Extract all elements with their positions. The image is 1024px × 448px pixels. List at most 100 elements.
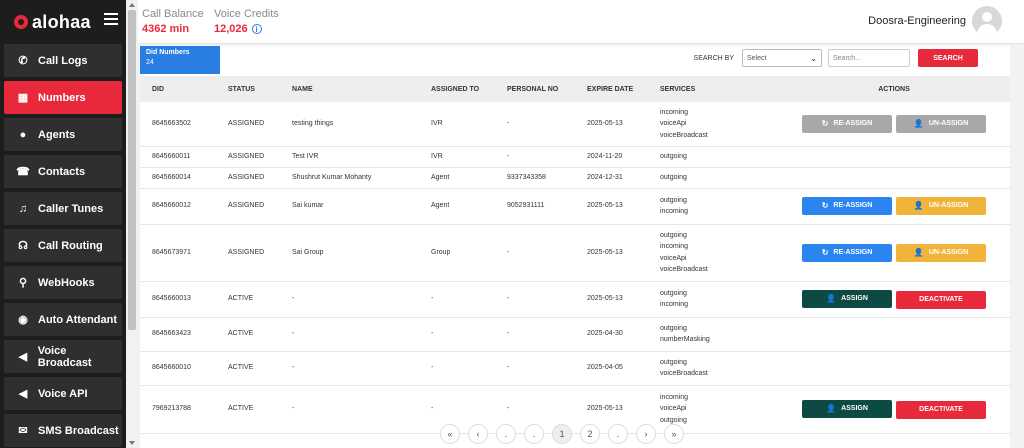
scroll-down-arrow-icon[interactable] (129, 441, 135, 445)
cell-expire: 2024-11-20 (575, 146, 648, 168)
cell-did: 8645660012 (140, 188, 216, 225)
service-item: outgoing (660, 324, 687, 332)
sidebar-item-label: Agents (38, 128, 76, 141)
voice-credits-value: 12,026 (214, 23, 248, 35)
page-button[interactable]: ‹ (468, 424, 488, 444)
table-row: 8645673971 ASSIGNED Sai Group Group -2025-05… (140, 224, 1010, 282)
sidebar-scrollbar[interactable] (126, 0, 138, 448)
cell-services: incoming voiceApi voiceBroadcast (648, 102, 766, 147)
re-assign-button-label: RE-ASSIGN (833, 120, 873, 127)
sidebar-item-label: SMS Broadcast (38, 424, 119, 437)
column-header: NAME (280, 76, 419, 102)
deactivate-button[interactable]: DEACTIVATE (896, 290, 986, 309)
user-minus-icon: 👤 (913, 201, 924, 211)
info-icon[interactable]: i (251, 24, 262, 34)
sidebar-item-sms-broadcast[interactable]: ✉ SMS Broadcast (4, 414, 122, 447)
page-button[interactable]: . (496, 424, 516, 444)
cell-actions (766, 167, 1010, 189)
assign-button-label: ASSIGN (841, 294, 868, 302)
phone-icon: ✆ (18, 55, 28, 67)
cell-did: 8645663502 (140, 102, 216, 147)
un-assign-button[interactable]: 👤 UN-ASSIGN (896, 243, 986, 262)
sms-icon: ✉ (18, 425, 28, 437)
table-row: 8645660010 ACTIVE - - -2025-04-05 outgoing voi… (140, 351, 1010, 386)
user-menu[interactable]: Doosra-Engineering (868, 6, 1002, 36)
cell-personal: - (495, 317, 575, 352)
search-by-label: SEARCH BY (693, 54, 734, 62)
headset-icon: ☊ (18, 240, 28, 252)
page-button[interactable]: . (524, 424, 544, 444)
cell-did: 8645660011 (140, 146, 216, 168)
un-assign-button[interactable]: 👤 UN-ASSIGN (896, 114, 986, 133)
sidebar-item-numbers[interactable]: ▦ Numbers (4, 81, 122, 114)
re-assign-button[interactable]: ↻ RE-ASSIGN (802, 114, 892, 133)
sidebar-item-call-routing[interactable]: ☊ Call Routing (4, 229, 122, 262)
cell-name: Sai Group (280, 224, 419, 282)
service-item: outgoing (660, 289, 687, 297)
service-item: outgoing (660, 196, 687, 204)
sidebar-item-webhooks[interactable]: ⚲ WebHooks (4, 266, 122, 299)
select-value: Select (747, 54, 767, 62)
user-plus-icon: 👤 (826, 293, 837, 303)
cell-personal: - (495, 224, 575, 282)
cell-expire: 2024-12-31 (575, 167, 648, 189)
sidebar-item-caller-tunes[interactable]: ♫ Caller Tunes (4, 192, 122, 225)
un-assign-button-label: UN-ASSIGN (928, 120, 969, 127)
sidebar-item-voice-api[interactable]: ◀ Voice API (4, 377, 122, 410)
numbers-table: DID STATUS NAME ASSIGNED TO PERSONAL NO EXPIR… (140, 76, 1010, 434)
service-item: voiceBroadcast (660, 131, 708, 139)
cell-status: ASSIGNED (216, 188, 280, 225)
page-button[interactable]: 2 (580, 424, 600, 444)
scroll-up-arrow-icon[interactable] (129, 3, 135, 7)
sidebar-item-voice-broadcast[interactable]: ◀ Voice Broadcast (4, 340, 122, 373)
service-item: voiceBroadcast (660, 266, 708, 273)
service-item: incoming (660, 208, 689, 215)
music-icon: ♫ (18, 202, 28, 215)
cell-actions (766, 351, 1010, 386)
page-button[interactable]: » (664, 424, 684, 444)
re-assign-button[interactable]: ↻ RE-ASSIGN (802, 197, 892, 215)
sidebar-item-agents[interactable]: ● Agents (4, 118, 122, 151)
cell-name: Test IVR (280, 146, 419, 168)
sidebar-item-auto-attendant[interactable]: ◉ Auto Attendant (4, 303, 122, 336)
tab-did-numbers[interactable]: Did Numbers 24 (140, 46, 220, 74)
column-header: SERVICES (648, 76, 766, 102)
search-button[interactable]: SEARCH (918, 49, 978, 67)
page-button[interactable]: « (440, 424, 460, 444)
cell-personal: - (495, 351, 575, 386)
sidebar-item-call-logs[interactable]: ✆ Call Logs (4, 44, 122, 77)
re-assign-button[interactable]: ↻ RE-ASSIGN (802, 243, 892, 262)
user-name: Doosra-Engineering (868, 15, 966, 27)
cell-status: ACTIVE (216, 385, 280, 434)
deactivate-button[interactable]: DEACTIVATE (896, 400, 986, 419)
re-assign-button-label: RE-ASSIGN (833, 202, 873, 210)
cell-status: ASSIGNED (216, 167, 280, 189)
search-by-select[interactable]: Select ⌄ (742, 49, 822, 67)
cell-assigned: IVR (419, 102, 495, 147)
column-header: STATUS (216, 76, 280, 102)
voice-credits: Voice Credits 12,026 i (214, 8, 279, 35)
assign-button[interactable]: 👤 ASSIGN (802, 289, 892, 308)
cell-expire: 2025-05-13 (575, 224, 648, 282)
cell-personal: - (495, 102, 575, 147)
page-button[interactable]: . (608, 424, 628, 444)
avatar[interactable] (972, 6, 1002, 36)
page-button[interactable]: › (636, 424, 656, 444)
service-item: incoming (660, 243, 689, 250)
scrollbar-thumb[interactable] (128, 10, 136, 330)
un-assign-button[interactable]: 👤 UN-ASSIGN (896, 197, 986, 215)
user-minus-icon: 👤 (913, 247, 924, 257)
sidebar-item-contacts[interactable]: ☎ Contacts (4, 155, 122, 188)
page-button[interactable]: 1 (552, 424, 572, 444)
hamburger-menu-icon[interactable] (104, 13, 118, 25)
search-input[interactable]: Search... (828, 49, 910, 67)
table-row: 8645663502 ASSIGNED testing things IVR -2025… (140, 102, 1010, 147)
cell-services: outgoing incoming (648, 281, 766, 318)
user-plus-icon: 👤 (826, 403, 837, 413)
cell-name: Sai kumar (280, 188, 419, 225)
cell-actions: 👤 ASSIGN DEACTIVATE (766, 385, 1010, 434)
assign-button[interactable]: 👤 ASSIGN (802, 399, 892, 418)
cell-services: outgoing incoming voiceApi voiceBroadcast (648, 224, 766, 282)
brand-name: alohaa (32, 11, 91, 32)
sidebar-item-label: Call Logs (38, 54, 88, 67)
